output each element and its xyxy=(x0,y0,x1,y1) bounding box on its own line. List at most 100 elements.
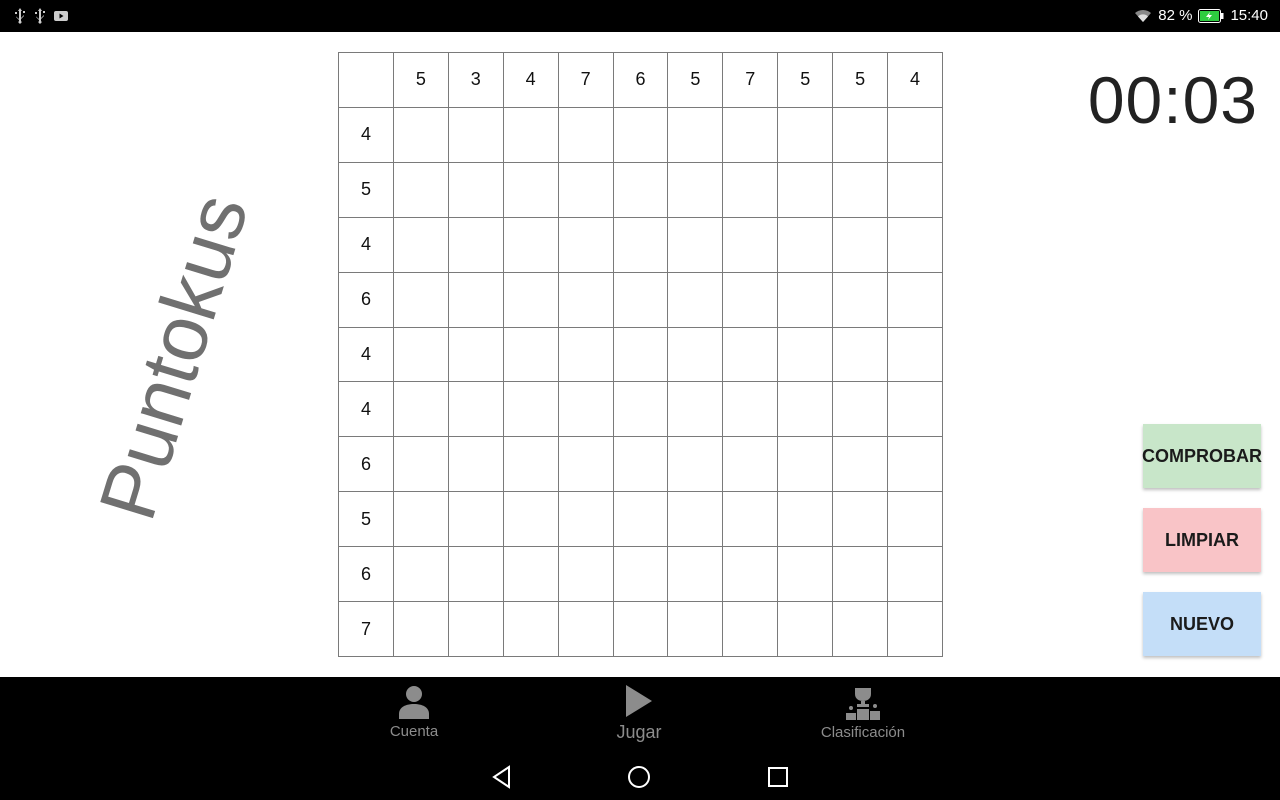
grid-cell[interactable] xyxy=(557,106,614,163)
nav-item-play[interactable]: Jugar xyxy=(614,684,664,743)
grid-cell[interactable] xyxy=(722,436,779,493)
grid-cell[interactable] xyxy=(447,326,504,383)
home-icon[interactable] xyxy=(627,765,651,789)
grid-cell[interactable] xyxy=(777,326,834,383)
grid-cell[interactable] xyxy=(667,161,724,218)
grid-cell[interactable] xyxy=(667,436,724,493)
grid-cell[interactable] xyxy=(612,491,669,548)
grid-cell[interactable] xyxy=(832,106,889,163)
clear-button[interactable]: LIMPIAR xyxy=(1143,508,1261,572)
nav-item-account[interactable]: Cuenta xyxy=(389,685,439,740)
grid-cell[interactable] xyxy=(392,381,449,438)
grid-cell[interactable] xyxy=(502,436,559,493)
grid-cell[interactable] xyxy=(447,271,504,328)
grid-cell[interactable] xyxy=(392,546,449,603)
grid-cell[interactable] xyxy=(392,436,449,493)
grid-cell[interactable] xyxy=(722,601,779,657)
grid-cell[interactable] xyxy=(502,271,559,328)
grid-cell[interactable] xyxy=(557,216,614,273)
grid-cell[interactable] xyxy=(832,381,889,438)
grid-cell[interactable] xyxy=(392,326,449,383)
grid-cell[interactable] xyxy=(832,546,889,603)
grid-cell[interactable] xyxy=(612,271,669,328)
grid-cell[interactable] xyxy=(502,326,559,383)
grid-cell[interactable] xyxy=(447,436,504,493)
recents-icon[interactable] xyxy=(766,765,790,789)
grid-cell[interactable] xyxy=(887,161,943,218)
grid-cell[interactable] xyxy=(557,271,614,328)
grid-cell[interactable] xyxy=(612,381,669,438)
grid-cell[interactable] xyxy=(612,216,669,273)
grid-cell[interactable] xyxy=(667,326,724,383)
grid-cell[interactable] xyxy=(447,216,504,273)
grid-cell[interactable] xyxy=(832,491,889,548)
grid-cell[interactable] xyxy=(557,436,614,493)
grid-cell[interactable] xyxy=(722,546,779,603)
grid-cell[interactable] xyxy=(667,381,724,438)
grid-cell[interactable] xyxy=(447,381,504,438)
grid-cell[interactable] xyxy=(777,161,834,218)
grid-cell[interactable] xyxy=(777,271,834,328)
grid-cell[interactable] xyxy=(502,491,559,548)
grid-cell[interactable] xyxy=(887,271,943,328)
back-icon[interactable] xyxy=(490,765,514,789)
grid-cell[interactable] xyxy=(777,491,834,548)
grid-cell[interactable] xyxy=(612,326,669,383)
grid-cell[interactable] xyxy=(887,546,943,603)
grid-cell[interactable] xyxy=(832,436,889,493)
grid-cell[interactable] xyxy=(667,601,724,657)
grid-cell[interactable] xyxy=(392,601,449,657)
grid-cell[interactable] xyxy=(777,601,834,657)
grid-cell[interactable] xyxy=(557,491,614,548)
grid-cell[interactable] xyxy=(447,491,504,548)
grid-cell[interactable] xyxy=(667,271,724,328)
grid-cell[interactable] xyxy=(447,161,504,218)
grid-cell[interactable] xyxy=(612,161,669,218)
grid-cell[interactable] xyxy=(887,381,943,438)
grid-cell[interactable] xyxy=(887,106,943,163)
grid-cell[interactable] xyxy=(887,601,943,657)
grid-cell[interactable] xyxy=(447,106,504,163)
grid-cell[interactable] xyxy=(667,491,724,548)
grid-cell[interactable] xyxy=(502,546,559,603)
grid-cell[interactable] xyxy=(832,216,889,273)
grid-cell[interactable] xyxy=(392,216,449,273)
grid-cell[interactable] xyxy=(557,546,614,603)
grid-cell[interactable] xyxy=(612,601,669,657)
grid-cell[interactable] xyxy=(777,381,834,438)
grid-cell[interactable] xyxy=(392,161,449,218)
grid-cell[interactable] xyxy=(612,106,669,163)
grid-cell[interactable] xyxy=(777,546,834,603)
grid-cell[interactable] xyxy=(612,436,669,493)
grid-cell[interactable] xyxy=(557,381,614,438)
grid-cell[interactable] xyxy=(832,161,889,218)
grid-cell[interactable] xyxy=(502,601,559,657)
grid-cell[interactable] xyxy=(722,106,779,163)
grid-cell[interactable] xyxy=(777,106,834,163)
grid-cell[interactable] xyxy=(722,326,779,383)
grid-cell[interactable] xyxy=(722,271,779,328)
grid-cell[interactable] xyxy=(502,161,559,218)
grid-cell[interactable] xyxy=(557,601,614,657)
grid-cell[interactable] xyxy=(502,106,559,163)
grid-cell[interactable] xyxy=(722,216,779,273)
grid-cell[interactable] xyxy=(887,326,943,383)
grid-cell[interactable] xyxy=(667,546,724,603)
grid-cell[interactable] xyxy=(722,491,779,548)
grid-cell[interactable] xyxy=(502,216,559,273)
grid-cell[interactable] xyxy=(392,271,449,328)
grid-cell[interactable] xyxy=(502,381,559,438)
grid-cell[interactable] xyxy=(722,161,779,218)
grid-cell[interactable] xyxy=(887,436,943,493)
nav-item-leaderboard[interactable]: Clasificación xyxy=(814,686,912,741)
grid-cell[interactable] xyxy=(777,436,834,493)
grid-cell[interactable] xyxy=(887,216,943,273)
grid-cell[interactable] xyxy=(557,161,614,218)
grid-cell[interactable] xyxy=(612,546,669,603)
grid-cell[interactable] xyxy=(777,216,834,273)
grid-cell[interactable] xyxy=(447,601,504,657)
grid-cell[interactable] xyxy=(392,106,449,163)
grid-cell[interactable] xyxy=(667,216,724,273)
grid-cell[interactable] xyxy=(832,326,889,383)
grid-cell[interactable] xyxy=(722,381,779,438)
